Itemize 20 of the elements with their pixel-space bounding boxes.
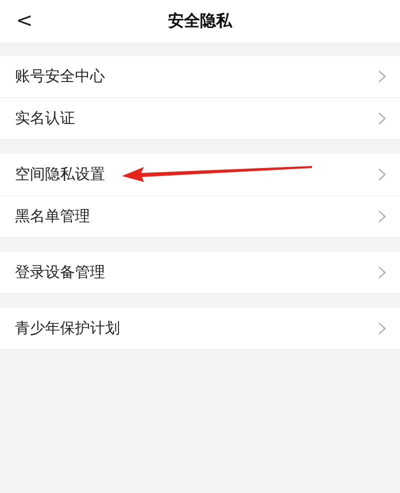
settings-row[interactable]: 登录设备管理 [0, 252, 400, 294]
chevron-right-icon [378, 70, 386, 83]
back-button[interactable]: < [12, 8, 37, 32]
chevron-right-icon [378, 168, 386, 181]
chevron-right-icon [378, 210, 386, 223]
row-label: 空间隐私设置 [15, 165, 106, 184]
settings-row[interactable]: 实名认证 [0, 98, 400, 140]
row-label: 实名认证 [15, 109, 76, 128]
settings-row[interactable]: 青少年保护计划 [0, 308, 400, 350]
settings-row[interactable]: 黑名单管理 [0, 196, 400, 238]
row-label: 账号安全中心 [15, 67, 106, 86]
settings-row[interactable]: 空间隐私设置 [0, 154, 400, 196]
row-label: 登录设备管理 [15, 263, 106, 282]
row-label: 青少年保护计划 [15, 319, 121, 338]
chevron-right-icon [378, 112, 386, 125]
row-label: 黑名单管理 [15, 207, 91, 226]
chevron-right-icon [378, 266, 386, 279]
page-title: 安全隐私 [168, 10, 232, 32]
chevron-right-icon [378, 322, 386, 335]
settings-row[interactable]: 账号安全中心 [0, 56, 400, 98]
